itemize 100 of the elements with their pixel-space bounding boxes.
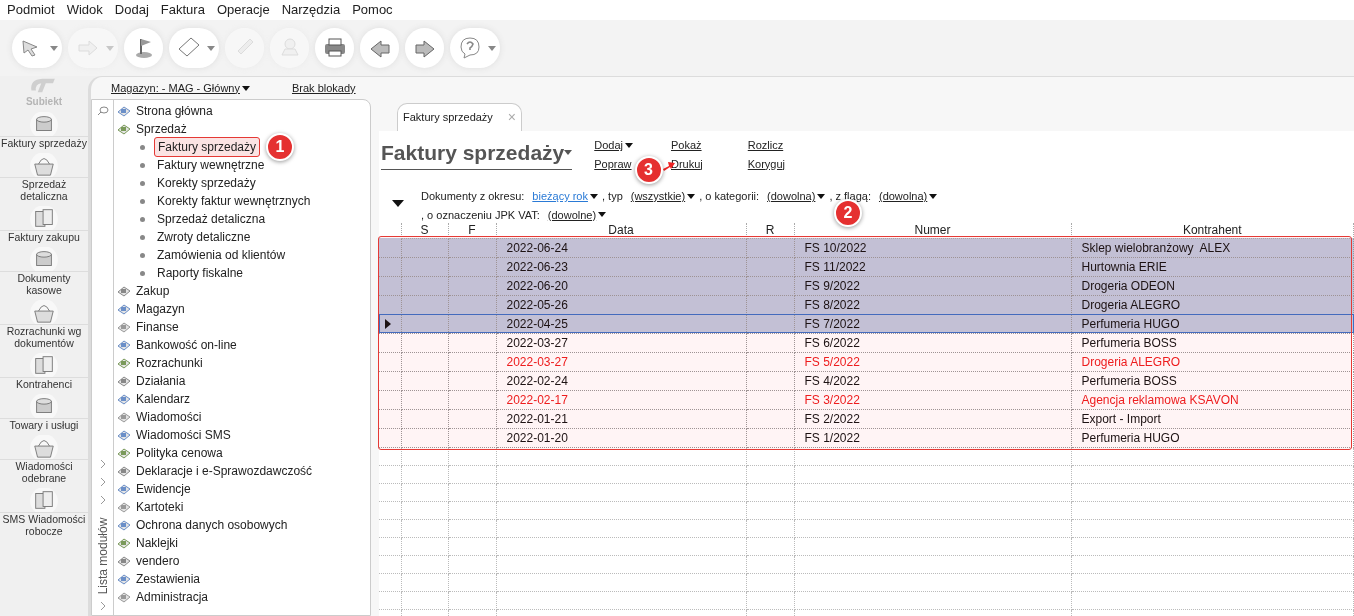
module-item[interactable]: Strona główna (114, 102, 370, 120)
module-icon (116, 536, 132, 550)
action-link[interactable]: Drukuj (671, 155, 703, 172)
module-item[interactable]: Zakup (114, 282, 370, 300)
module-icon (116, 482, 132, 496)
caret-icon (625, 142, 633, 148)
action-link[interactable]: Dodaj (594, 137, 633, 154)
table-row[interactable]: 2022-03-27 FS 5/2022 Drogeria ALEGRO (379, 352, 1354, 371)
menu-item[interactable]: Dodaj (114, 0, 149, 20)
header-link[interactable]: Brak blokady (292, 79, 356, 97)
table-row[interactable]: 2022-04-25 FS 7/2022 Perfumeria HUGO (379, 314, 1354, 333)
panel-title: Lista modułów (94, 516, 111, 597)
module-item[interactable]: Polityka cenowa (114, 444, 370, 462)
nav-button[interactable]: Rozrachunki wg dokumentów (0, 298, 88, 351)
column-header[interactable]: Numer (794, 223, 1071, 238)
filter-dropdown[interactable]: bieżący rok (532, 188, 598, 205)
toolbar-button[interactable] (450, 28, 500, 68)
module-item[interactable]: Rozrachunki (114, 354, 370, 372)
module-item[interactable]: Wiadomości SMS (114, 426, 370, 444)
menu-item[interactable]: Narzędzia (281, 0, 341, 20)
module-item[interactable]: Kartoteki (114, 498, 370, 516)
action-link[interactable]: Popraw (594, 155, 632, 172)
column-header[interactable]: Kontrahent (1071, 223, 1354, 238)
toolbar-button[interactable] (405, 28, 444, 68)
toolbar-button[interactable] (124, 28, 163, 68)
filter-dropdown[interactable]: (dowolna) (767, 188, 826, 205)
module-item[interactable]: Zestawienia (114, 570, 370, 588)
table-cell: FS 1/2022 (794, 428, 1071, 447)
nav-button[interactable]: Dokumenty kasowe (0, 245, 88, 298)
menu-item[interactable]: Podmiot (7, 0, 55, 20)
column-header[interactable]: F (448, 223, 496, 238)
filter-dropdown[interactable]: (dowolne) (547, 206, 607, 223)
module-subitem[interactable]: Korekty faktur wewnętrznych (154, 192, 314, 210)
table-row[interactable]: 2022-06-23 FS 11/2022 Hurtownia ERIE (379, 257, 1354, 276)
module-item[interactable]: Deklaracje i e-Sprawozdawczość (114, 462, 370, 480)
menu-item[interactable]: Faktura (160, 0, 205, 20)
column-header[interactable]: S (401, 223, 448, 238)
filter-dropdown[interactable]: (wszystkie) (630, 188, 696, 205)
module-item[interactable]: Wiadomości (114, 408, 370, 426)
toolbar-button[interactable] (360, 28, 399, 68)
nav-button[interactable]: Sprzedaż detaliczna (0, 151, 88, 204)
table-row[interactable]: 2022-06-20 FS 9/2022 Drogeria ODEON (379, 276, 1354, 295)
table-row[interactable]: 2022-01-20 FS 1/2022 Perfumeria HUGO (379, 428, 1354, 447)
chevron-icon[interactable] (99, 601, 106, 611)
column-header[interactable]: R (746, 223, 794, 238)
bullet-icon (140, 144, 145, 150)
module-icon (116, 122, 132, 136)
column-header[interactable]: Data (496, 223, 746, 238)
module-icon (116, 428, 132, 442)
toolbar-button[interactable] (12, 28, 62, 68)
nav-button[interactable]: SMS Wiadomości robocze (0, 486, 88, 539)
nav-button[interactable]: Faktury zakupu (0, 204, 88, 245)
menu-item[interactable]: Pomoc (352, 0, 393, 20)
filter-label: , o kategorii: (699, 189, 760, 204)
module-item[interactable]: Bankowość on-line (114, 336, 370, 354)
filter-dropdown[interactable]: (dowolna) (878, 188, 938, 205)
header-link[interactable]: Magazyn: - MAG - Główny (111, 79, 250, 97)
module-icon (116, 104, 132, 118)
module-subitem[interactable]: Korekty sprzedaży (154, 174, 259, 192)
module-item[interactable]: Ewidencje (114, 480, 370, 498)
table-row[interactable]: 2022-02-17 FS 3/2022 Agencja reklamowa KSAVON (379, 390, 1354, 409)
filter-label: , o oznaczeniu JPK VAT: (421, 207, 540, 223)
caret-icon (564, 150, 573, 156)
toolbar-button[interactable] (169, 28, 219, 68)
module-item[interactable]: Ochrona danych osobowych (114, 516, 370, 534)
module-icon (116, 356, 132, 370)
module-subitem[interactable]: Sprzedaż detaliczna (154, 210, 269, 228)
view-title[interactable]: Faktury sprzedaży (381, 137, 573, 170)
menu-item[interactable]: Operacje (216, 0, 270, 20)
dropdown-arrow-icon[interactable] (392, 200, 404, 207)
action-link[interactable]: Koryguj (747, 155, 786, 172)
module-subitem[interactable]: Zwroty detaliczne (154, 228, 254, 246)
menu-item[interactable]: Widok (66, 0, 103, 20)
module-subitem[interactable]: Raporty fiskalne (154, 264, 247, 282)
module-item[interactable]: Naklejki (114, 534, 370, 552)
filter-label: Dokumenty z okresu: (421, 189, 525, 204)
nav-button[interactable]: Faktury sprzedaży (0, 110, 88, 151)
module-item[interactable]: Administracja (114, 588, 370, 606)
table-row[interactable]: 2022-05-26 FS 8/2022 Drogeria ALEGRO (379, 295, 1354, 314)
module-item[interactable]: Finanse (114, 318, 370, 336)
module-subitem[interactable]: Zamówienia od klientów (154, 246, 289, 264)
action-link[interactable]: Rozlicz (747, 137, 784, 154)
module-item[interactable]: vendero (114, 552, 370, 570)
tab[interactable]: Faktury sprzedaży × (397, 103, 522, 131)
table-row[interactable]: 2022-03-27 FS 6/2022 Perfumeria BOSS (379, 333, 1354, 352)
nav-button[interactable]: Wiadomości odebrane (0, 433, 88, 486)
module-subitem[interactable]: Faktury sprzedaży (154, 137, 261, 157)
toolbar-button[interactable] (315, 28, 354, 68)
nav-button[interactable]: Towary i usługi (0, 392, 88, 433)
table-row[interactable]: 2022-02-24 FS 4/2022 Perfumeria BOSS (379, 371, 1354, 390)
module-subitem[interactable]: Faktury wewnętrzne (154, 156, 268, 174)
module-icon (116, 464, 132, 478)
module-item[interactable]: Magazyn (114, 300, 370, 318)
action-link[interactable]: Pokaż (671, 137, 702, 154)
module-item[interactable]: Kalendarz (114, 390, 370, 408)
nav-button[interactable]: Kontrahenci (0, 351, 88, 392)
table-row[interactable]: 2022-01-21 FS 2/2022 Export - Import (379, 409, 1354, 428)
table-row[interactable]: 2022-06-24 FS 10/2022 Sklep wielobranżowy ALEX (379, 238, 1354, 257)
module-icon (116, 338, 132, 352)
module-item[interactable]: Działania (114, 372, 370, 390)
